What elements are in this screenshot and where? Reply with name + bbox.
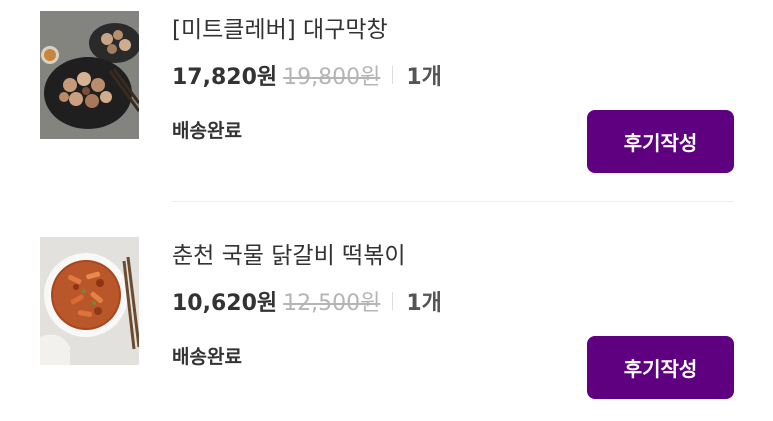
write-review-button[interactable]: 후기작성: [587, 110, 734, 173]
product-title[interactable]: 춘천 국물 닭갈비 떡볶이: [172, 240, 406, 272]
product-thumbnail[interactable]: [40, 237, 139, 365]
price-row: 17,820원 19,800원 1개: [172, 58, 442, 92]
item-separator: [172, 201, 734, 202]
original-price: 19,800원: [283, 65, 381, 90]
sale-price: 17,820원: [172, 65, 278, 90]
original-price: 12,500원: [283, 291, 381, 316]
order-item: 춘천 국물 닭갈비 떡볶이 10,620원 12,500원 1개 배송완료 후기…: [0, 226, 773, 421]
product-thumbnail[interactable]: [40, 11, 139, 139]
sale-price: 10,620원: [172, 291, 278, 316]
order-item: [미트클레버] 대구막창 17,820원 19,800원 1개 배송완료 후기작…: [0, 0, 773, 200]
price-divider: [392, 66, 394, 84]
product-title[interactable]: [미트클레버] 대구막창: [172, 14, 388, 46]
quantity: 1개: [406, 65, 442, 90]
price-divider: [392, 292, 394, 310]
delivery-status: 배송완료: [172, 120, 242, 142]
price-row: 10,620원 12,500원 1개: [172, 284, 442, 318]
order-list: [미트클레버] 대구막창 17,820원 19,800원 1개 배송완료 후기작…: [0, 0, 773, 421]
quantity: 1개: [406, 291, 442, 316]
write-review-button[interactable]: 후기작성: [587, 336, 734, 399]
tteokbokki-dish-image: [40, 237, 139, 365]
meat-dish-image: [40, 11, 139, 139]
delivery-status: 배송완료: [172, 346, 242, 368]
